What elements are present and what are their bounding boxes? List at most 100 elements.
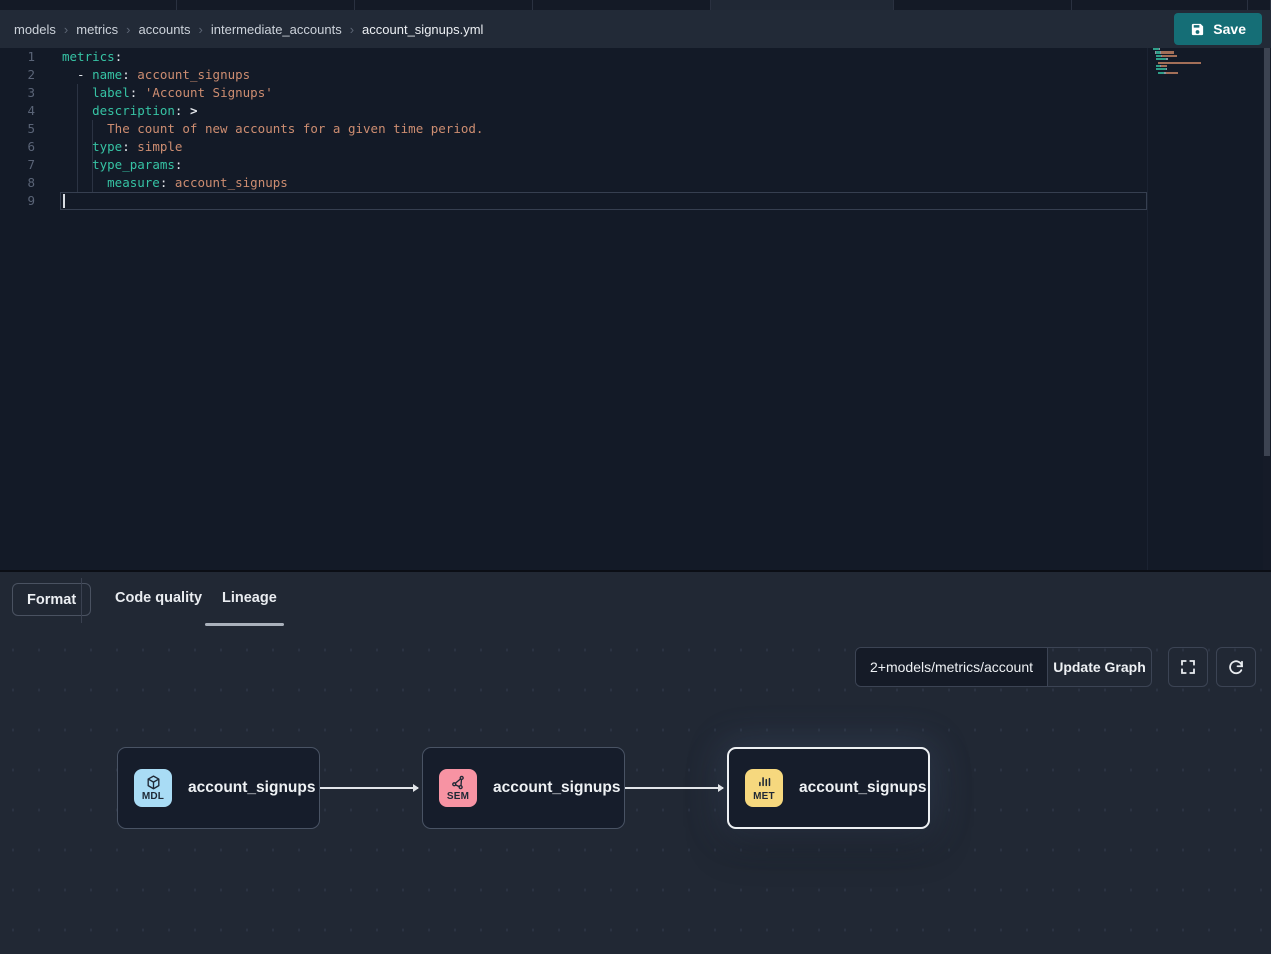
node-label: account_signups — [799, 779, 926, 797]
panel-tab-row: Format Code quality Lineage — [0, 572, 1271, 630]
minimap-line — [1153, 55, 1263, 57]
minimap-line — [1153, 72, 1263, 74]
refresh-button[interactable] — [1216, 647, 1256, 687]
breadcrumb: models › metrics › accounts › intermediate_acc… — [14, 22, 483, 37]
lineage-node-met[interactable]: MET account_signups — [727, 747, 930, 829]
code-token: : — [115, 49, 123, 64]
cube-badge: MDL — [134, 769, 172, 807]
minimap-line — [1153, 48, 1263, 50]
top-tab[interactable] — [1248, 0, 1271, 10]
breadcrumb-bar: models › metrics › accounts › intermediate_acc… — [0, 10, 1271, 48]
code-editor[interactable]: 123456789 metrics: - name: account_signu… — [0, 48, 1271, 570]
code-token: > — [190, 103, 198, 118]
tab-lineage[interactable]: Lineage — [222, 590, 277, 606]
top-tab[interactable] — [0, 0, 177, 10]
breadcrumb-separator-icon: › — [350, 22, 354, 37]
code-token: measure — [107, 175, 160, 190]
breadcrumb-item[interactable]: intermediate_accounts — [211, 22, 342, 37]
code-line[interactable]: The count of new accounts for a given ti… — [62, 120, 1147, 138]
code-token: : — [122, 67, 137, 82]
code-token: label — [92, 85, 130, 100]
breadcrumb-separator-icon: › — [64, 22, 68, 37]
selector-group: Update Graph — [855, 647, 1152, 687]
save-label: Save — [1213, 21, 1246, 37]
ide-screen: models › metrics › accounts › intermediate_acc… — [0, 0, 1271, 954]
code-line[interactable]: label: 'Account Signups' — [62, 84, 1147, 102]
line-number: 4 — [0, 102, 62, 120]
code-token: account_signups — [137, 67, 250, 82]
update-graph-button[interactable]: Update Graph — [1047, 648, 1151, 686]
code-token: The count of new accounts for a given ti… — [62, 121, 483, 136]
code-token: simple — [137, 139, 182, 154]
breadcrumb-separator-icon: › — [199, 22, 203, 37]
top-tab[interactable] — [894, 0, 1072, 10]
code-token — [62, 175, 107, 190]
top-tab[interactable] — [355, 0, 533, 10]
save-button[interactable]: Save — [1174, 13, 1262, 45]
top-tab[interactable] — [711, 0, 894, 10]
code-content[interactable]: metrics: - name: account_signups label: … — [62, 48, 1147, 210]
lineage-edge — [625, 787, 723, 789]
bottom-panel: Format Code quality Lineage Update Graph — [0, 570, 1271, 954]
cube-icon — [145, 774, 162, 791]
code-token: metrics — [62, 49, 115, 64]
code-line[interactable]: description: > — [62, 102, 1147, 120]
breadcrumb-item[interactable]: metrics — [76, 22, 118, 37]
minimap-line — [1153, 51, 1263, 53]
editor-scrollbar[interactable] — [1263, 48, 1271, 570]
code-token: - — [62, 67, 92, 82]
minimap-line — [1153, 65, 1263, 67]
lineage-edge — [320, 787, 418, 789]
breadcrumb-item[interactable]: account_signups.yml — [362, 22, 483, 37]
lineage-node-mdl[interactable]: MDLaccount_signups — [117, 747, 320, 829]
lineage-toolbar: Update Graph — [855, 647, 1256, 687]
line-number: 7 — [0, 156, 62, 174]
breadcrumb-separator-icon: › — [126, 22, 130, 37]
code-token: : — [160, 175, 175, 190]
metric-chart-badge: MET — [745, 769, 783, 807]
code-token: : — [175, 157, 183, 172]
line-number: 1 — [0, 48, 62, 66]
minimap[interactable] — [1147, 48, 1263, 570]
minimap-line — [1153, 68, 1263, 70]
breadcrumb-item[interactable]: models — [14, 22, 56, 37]
semantic-layer-icon — [450, 774, 467, 791]
top-tab[interactable] — [533, 0, 711, 10]
code-token: type_params — [92, 157, 175, 172]
code-token: : — [122, 139, 137, 154]
editor-scrollbar-thumb[interactable] — [1264, 48, 1270, 456]
node-label: account_signups — [493, 779, 620, 797]
format-button[interactable]: Format — [12, 583, 91, 616]
minimap-line — [1153, 58, 1263, 60]
badge-label: MET — [753, 791, 775, 802]
code-line[interactable]: metrics: — [62, 48, 1147, 66]
lineage-node-sem[interactable]: SEMaccount_signups — [422, 747, 625, 829]
code-line[interactable]: - name: account_signups — [62, 66, 1147, 84]
line-number: 9 — [0, 192, 62, 210]
tab-code-quality[interactable]: Code quality — [115, 590, 202, 606]
code-line[interactable]: type: simple — [62, 138, 1147, 156]
top-tab[interactable] — [177, 0, 355, 10]
code-token: description — [92, 103, 175, 118]
refresh-icon — [1227, 658, 1245, 676]
code-line[interactable] — [62, 192, 1147, 210]
active-tab-underline — [205, 623, 284, 626]
code-line[interactable]: measure: account_signups — [62, 174, 1147, 192]
selector-input[interactable] — [856, 648, 1047, 686]
code-token — [62, 85, 92, 100]
editor-gutter: 123456789 — [0, 48, 62, 210]
tabrow-divider — [81, 578, 82, 623]
save-icon — [1190, 22, 1205, 37]
code-token: : — [130, 85, 145, 100]
fullscreen-icon — [1179, 658, 1197, 676]
code-line[interactable]: type_params: — [62, 156, 1147, 174]
top-tab[interactable] — [1072, 0, 1248, 10]
line-number: 2 — [0, 66, 62, 84]
breadcrumb-item[interactable]: accounts — [139, 22, 191, 37]
line-number: 8 — [0, 174, 62, 192]
code-token: name — [92, 67, 122, 82]
code-token: type — [92, 139, 122, 154]
metric-chart-icon — [756, 774, 773, 791]
minimap-line — [1153, 62, 1263, 64]
fullscreen-button[interactable] — [1168, 647, 1208, 687]
